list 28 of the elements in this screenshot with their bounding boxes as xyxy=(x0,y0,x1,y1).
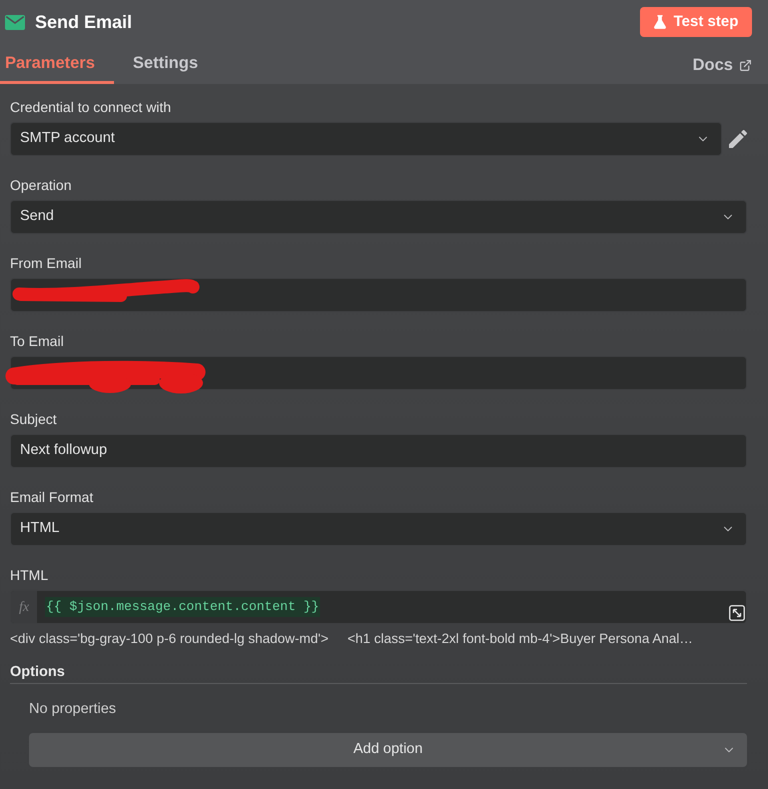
field-label: From Email xyxy=(10,254,83,273)
node-title: Send Email xyxy=(35,10,132,34)
select-field[interactable]: Send xyxy=(10,200,747,234)
expression-field[interactable]: fx {{ $json.message.content.content }} xyxy=(10,590,747,624)
external-link-icon xyxy=(739,58,752,72)
field-label: To Email xyxy=(10,332,65,351)
field-label: Subject xyxy=(10,410,58,429)
field-label: Credential to connect with xyxy=(10,98,172,117)
empty-state-text: No properties xyxy=(29,700,118,719)
expand-icon[interactable] xyxy=(729,605,745,621)
text-input[interactable] xyxy=(10,278,747,312)
section-title: Options xyxy=(10,663,66,682)
tab[interactable]: Settings xyxy=(114,44,217,84)
pencil-icon[interactable] xyxy=(729,130,747,148)
fx-label: fx xyxy=(11,591,37,623)
field-label: Email Format xyxy=(10,488,94,507)
envelope-icon xyxy=(5,14,25,30)
field-label: Operation xyxy=(10,176,72,195)
docs-link[interactable]: Docs xyxy=(692,44,752,84)
select-field[interactable]: HTML xyxy=(10,512,747,546)
expression-code: {{ $json.message.content.content }} xyxy=(45,597,320,617)
flask-icon xyxy=(654,15,666,29)
text-input[interactable]: Next followup xyxy=(10,434,747,468)
field-label: HTML xyxy=(10,566,50,585)
expression-result-text: <h1 class='text-2xl font-bold mb-4'>Buyer Persona Anal… xyxy=(347,630,693,648)
expression-result-text: <div class='bg-gray-100 p-6 rounded-lg shadow-md'> xyxy=(10,630,328,648)
select-field[interactable]: SMTP account xyxy=(10,122,722,156)
add-option-dropdown[interactable]: Add option xyxy=(29,733,747,767)
